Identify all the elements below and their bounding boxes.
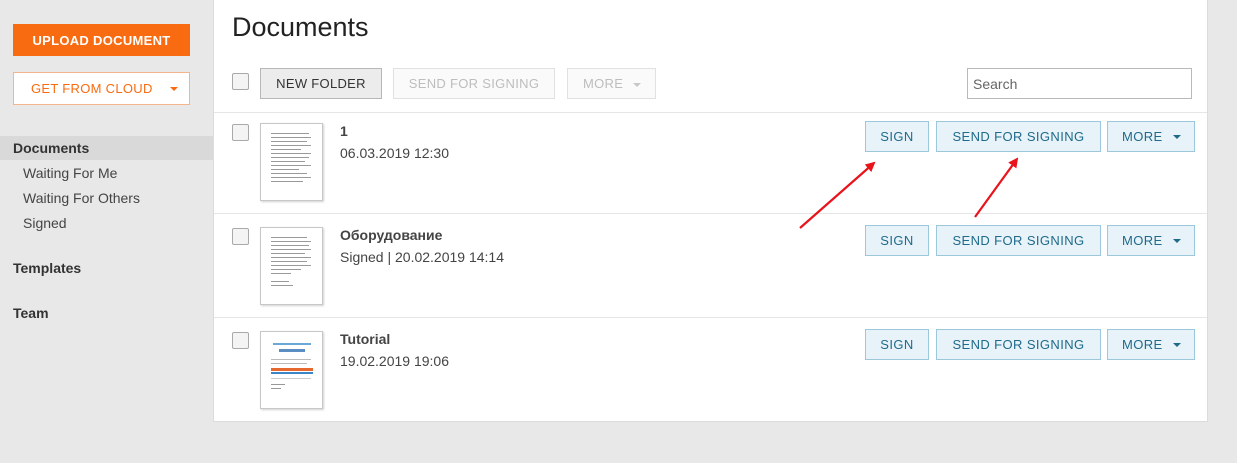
sign-button[interactable]: SIGN <box>865 225 929 256</box>
more-button[interactable]: MORE <box>1107 225 1195 256</box>
chevron-down-icon <box>1173 239 1181 243</box>
document-thumbnail[interactable] <box>260 123 323 201</box>
search-input[interactable] <box>967 68 1192 99</box>
toolbar-send-for-signing-button[interactable]: SEND FOR SIGNING <box>393 68 555 99</box>
documents-panel: Documents NEW FOLDER SEND FOR SIGNING MO… <box>213 0 1208 422</box>
document-row[interactable]: 1 06.03.2019 12:30 SIGN SEND FOR SIGNING… <box>214 112 1207 216</box>
select-all-checkbox[interactable] <box>232 73 249 90</box>
document-name[interactable]: 1 <box>340 123 348 139</box>
send-for-signing-button[interactable]: SEND FOR SIGNING <box>936 329 1101 360</box>
nav-documents[interactable]: Documents <box>13 140 89 156</box>
row-checkbox[interactable] <box>232 228 249 245</box>
sign-button[interactable]: SIGN <box>865 121 929 152</box>
document-name[interactable]: Оборудование <box>340 227 442 243</box>
new-folder-button[interactable]: NEW FOLDER <box>260 68 382 99</box>
row-checkbox[interactable] <box>232 124 249 141</box>
get-from-cloud-label: GET FROM CLOUD <box>31 81 153 96</box>
document-meta: 19.02.2019 19:06 <box>340 353 449 369</box>
nav-waiting-for-others[interactable]: Waiting For Others <box>23 190 140 206</box>
more-label: MORE <box>1122 337 1163 352</box>
get-from-cloud-button[interactable]: GET FROM CLOUD <box>13 72 190 105</box>
page-title: Documents <box>232 12 369 42</box>
chevron-down-icon <box>170 87 178 91</box>
toolbar-more-label: MORE <box>583 76 624 91</box>
toolbar-more-button[interactable]: MORE <box>567 68 656 99</box>
more-label: MORE <box>1122 129 1163 144</box>
upload-document-button[interactable]: UPLOAD DOCUMENT <box>13 24 190 56</box>
chevron-down-icon <box>1173 343 1181 347</box>
nav-signed[interactable]: Signed <box>23 215 67 231</box>
send-for-signing-button[interactable]: SEND FOR SIGNING <box>936 121 1101 152</box>
more-button[interactable]: MORE <box>1107 329 1195 360</box>
document-name[interactable]: Tutorial <box>340 331 390 347</box>
document-meta: 06.03.2019 12:30 <box>340 145 449 161</box>
document-row[interactable]: Оборудование Signed | 20.02.2019 14:14 S… <box>214 213 1207 317</box>
nav-templates[interactable]: Templates <box>13 260 81 276</box>
document-row[interactable]: Tutorial 19.02.2019 19:06 SIGN SEND FOR … <box>214 317 1207 421</box>
document-thumbnail[interactable] <box>260 331 323 409</box>
nav-waiting-for-me[interactable]: Waiting For Me <box>23 165 117 181</box>
document-thumbnail[interactable] <box>260 227 323 305</box>
chevron-down-icon <box>633 83 641 87</box>
nav-team[interactable]: Team <box>13 305 49 321</box>
document-meta: Signed | 20.02.2019 14:14 <box>340 249 505 265</box>
send-for-signing-button[interactable]: SEND FOR SIGNING <box>936 225 1101 256</box>
sidebar: UPLOAD DOCUMENT GET FROM CLOUD Documents… <box>0 0 213 463</box>
more-button[interactable]: MORE <box>1107 121 1195 152</box>
more-label: MORE <box>1122 233 1163 248</box>
chevron-down-icon <box>1173 135 1181 139</box>
sign-button[interactable]: SIGN <box>865 329 929 360</box>
row-checkbox[interactable] <box>232 332 249 349</box>
